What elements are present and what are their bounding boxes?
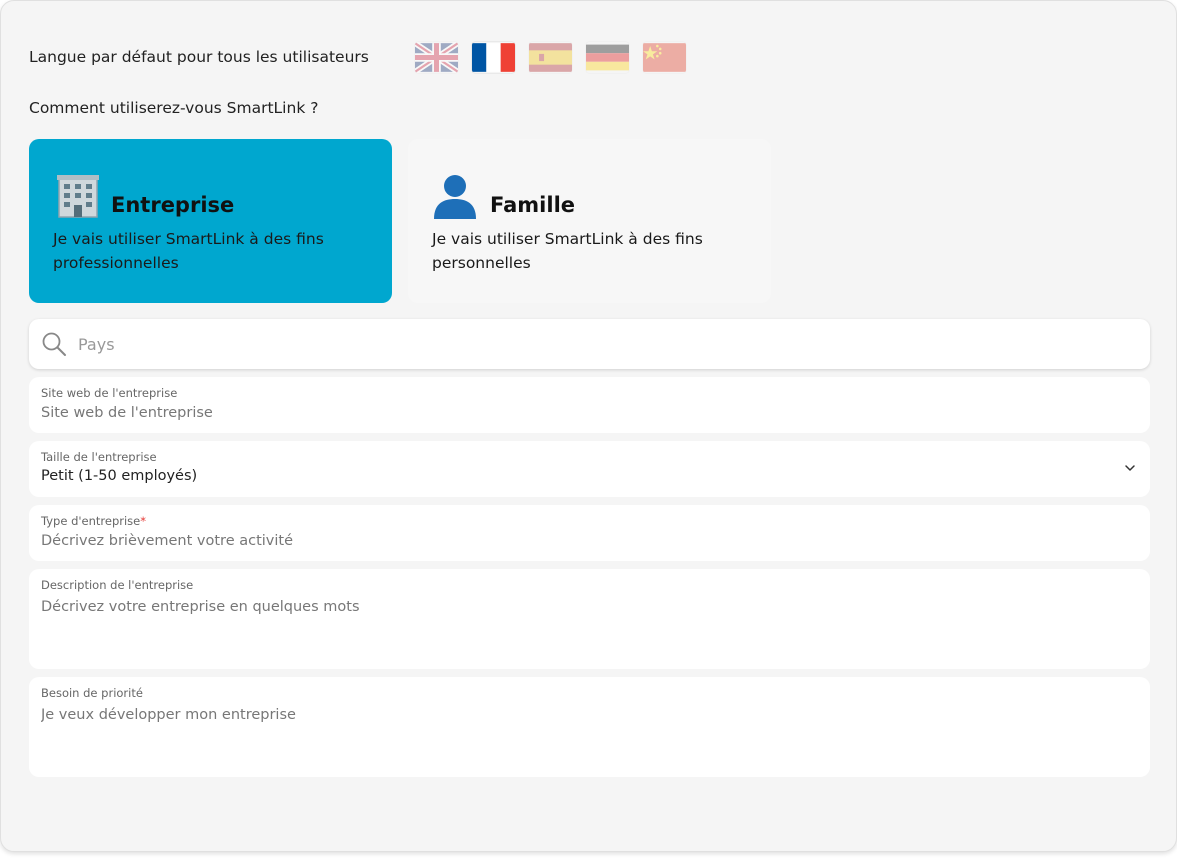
uk-flag-icon[interactable] (415, 41, 458, 73)
person-icon (432, 173, 482, 219)
card-description: Je vais utiliser SmartLink à des fins pr… (53, 230, 324, 272)
country-search-box[interactable] (29, 319, 1150, 369)
website-label: Site web de l'entreprise (41, 386, 178, 400)
priority-need-field[interactable]: Besoin de priorité (29, 677, 1150, 777)
company-description-label: Description de l'entreprise (41, 578, 194, 592)
card-title: Famille (490, 193, 576, 217)
country-search-input[interactable] (78, 334, 1078, 354)
language-label: Langue par défaut pour tous les utilisat… (29, 48, 369, 66)
card-description: Je vais utiliser SmartLink à des fins pe… (432, 230, 703, 272)
usage-question: Comment utiliserez-vous SmartLink ? (29, 99, 319, 117)
office-building-icon (53, 173, 103, 219)
form-panel: Langue par défaut pour tous les utilisat… (0, 0, 1177, 852)
usage-option-famille[interactable]: Famille Je vais utiliser SmartLink à des… (408, 139, 771, 303)
language-flags (415, 41, 686, 73)
company-type-label: Type d'entreprise* (41, 514, 1138, 530)
required-mark: * (140, 514, 146, 528)
company-description-textarea[interactable] (41, 599, 1138, 659)
company-type-label-text: Type d'entreprise (41, 514, 141, 528)
es-flag-icon[interactable] (529, 42, 572, 73)
website-input[interactable] (41, 405, 1138, 421)
cn-flag-icon[interactable] (643, 42, 686, 73)
card-header: Entreprise (53, 171, 368, 219)
card-header: Famille (432, 171, 747, 219)
company-description-field[interactable]: Description de l'entreprise (29, 569, 1150, 669)
priority-need-label: Besoin de priorité (41, 686, 143, 700)
fr-flag-icon[interactable] (472, 42, 515, 73)
company-size-label: Taille de l'entreprise (41, 450, 157, 464)
card-title: Entreprise (111, 193, 235, 217)
company-type-input[interactable] (41, 533, 1138, 549)
usage-option-entreprise[interactable]: Entreprise Je vais utiliser SmartLink à … (29, 139, 392, 303)
language-row: Langue par défaut pour tous les utilisat… (29, 37, 686, 77)
search-icon (41, 331, 67, 357)
company-type-field[interactable]: Type d'entreprise* (29, 505, 1150, 561)
priority-need-textarea[interactable] (41, 707, 1138, 767)
de-flag-icon[interactable] (586, 42, 629, 73)
company-size-select[interactable]: Taille de l'entreprise Petit (1-50 emplo… (29, 441, 1150, 497)
company-size-value[interactable]: Petit (1-50 employés) (41, 468, 1138, 484)
chevron-down-icon[interactable] (1124, 462, 1136, 474)
website-field[interactable]: Site web de l'entreprise (29, 377, 1150, 433)
